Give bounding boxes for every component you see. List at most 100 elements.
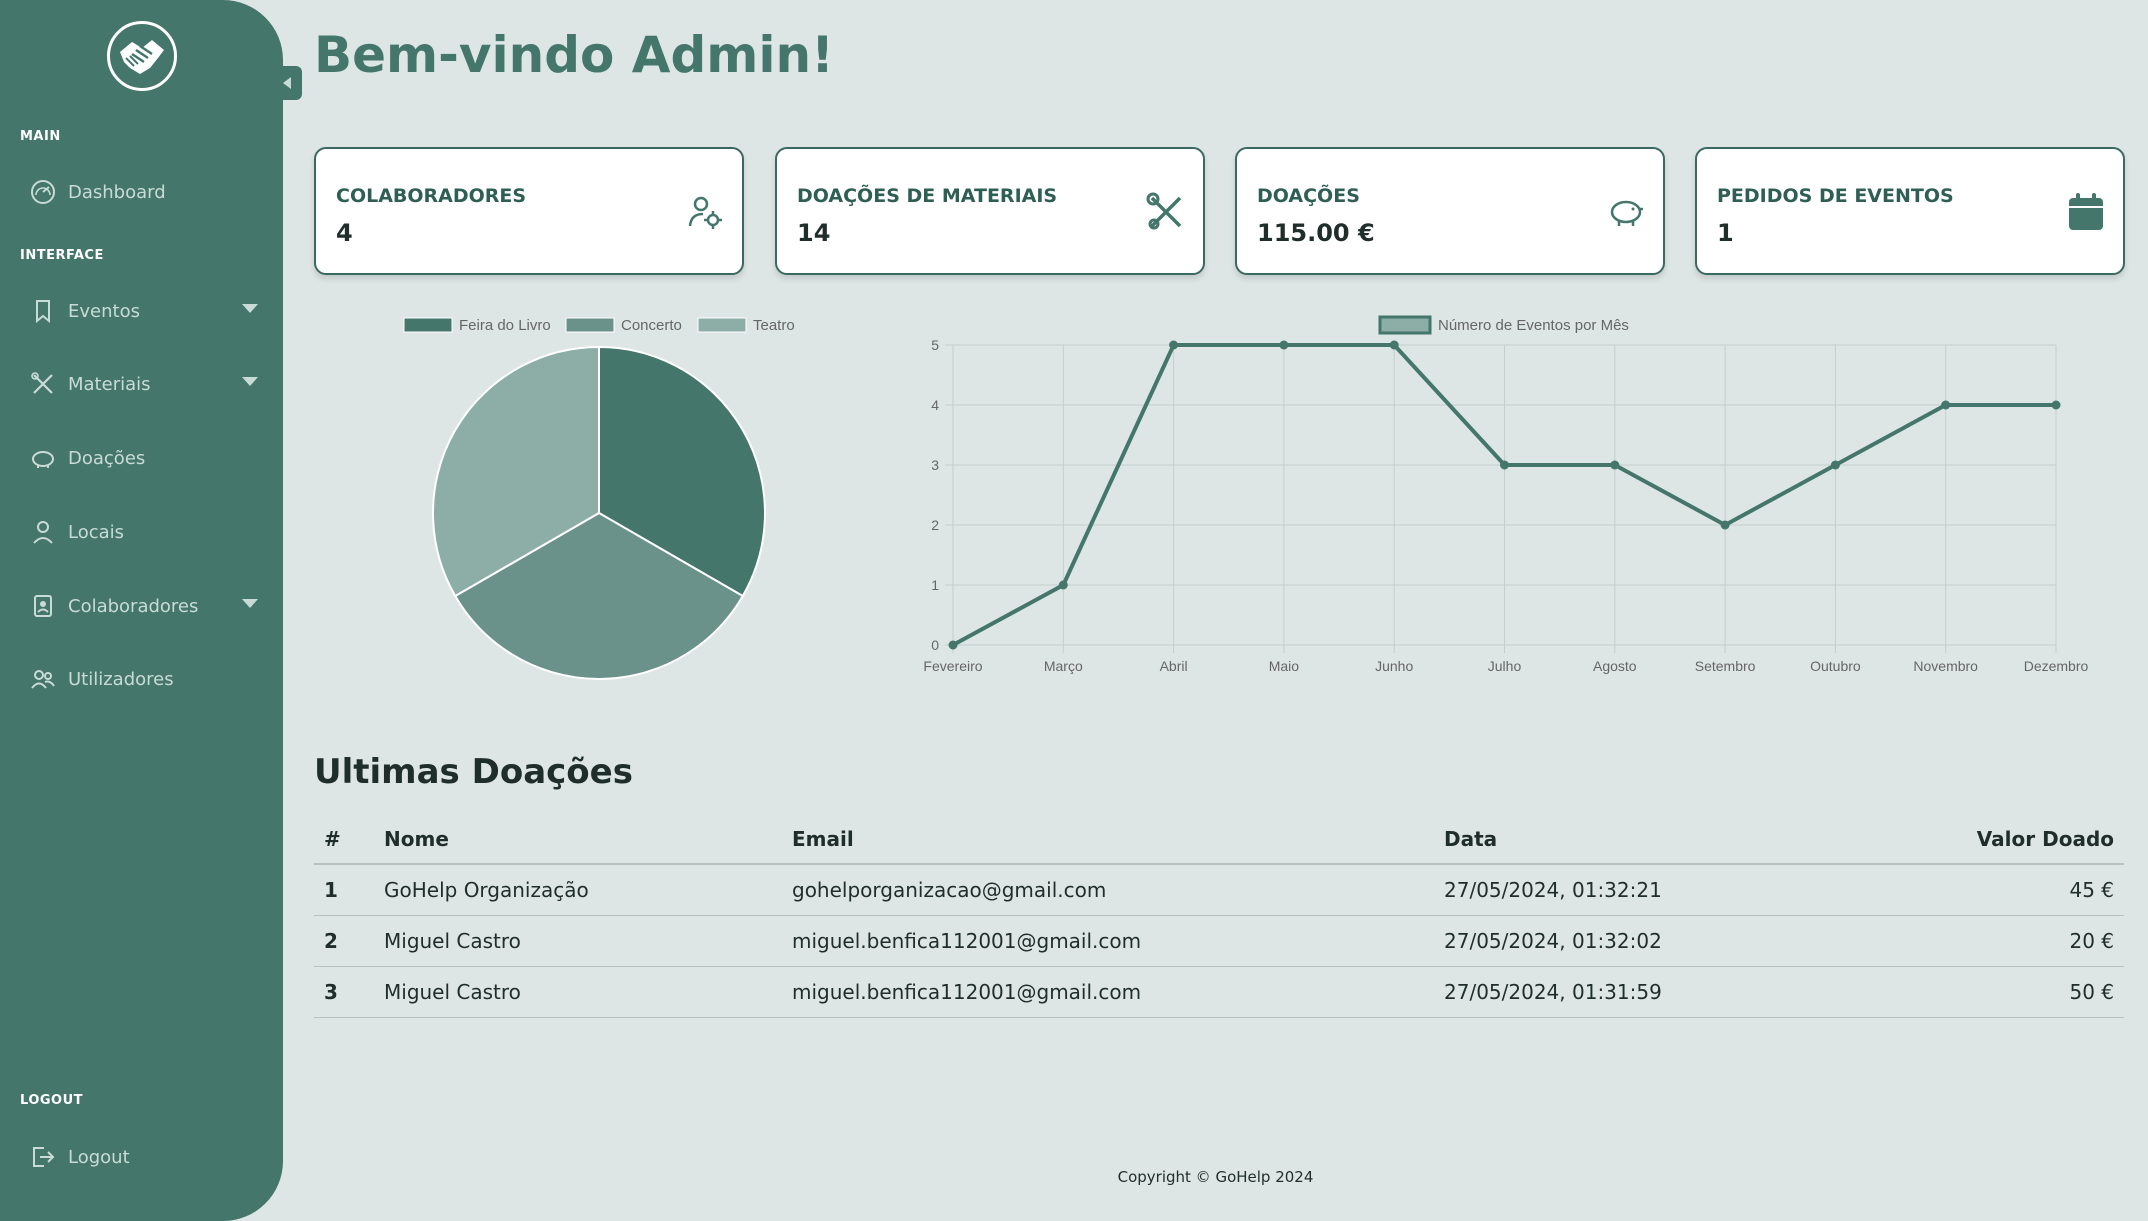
sidebar-item-label: Locais <box>68 521 125 543</box>
sidebar-item-eventos[interactable]: Eventos <box>28 291 258 331</box>
data-point[interactable] <box>1279 340 1289 350</box>
y-tick-label: 2 <box>931 517 939 533</box>
data-point[interactable] <box>1830 460 1840 470</box>
stat-card-doacoes-materiais: DOAÇÕES DE MATERIAIS 14 <box>775 147 1205 275</box>
data-point[interactable] <box>1941 400 1951 410</box>
row-valor: 50 € <box>1834 966 2124 1018</box>
person-pin-icon <box>28 517 58 547</box>
handshake-icon <box>120 40 164 74</box>
y-tick-label: 5 <box>931 337 939 353</box>
section-label-main: MAIN <box>20 129 61 144</box>
tools-icon <box>28 369 58 399</box>
sidebar-item-utilizadores[interactable]: Utilizadores <box>28 659 258 699</box>
pie-legend-item[interactable]: Teatro <box>697 317 795 334</box>
column-header: Data <box>1434 814 1834 865</box>
y-tick-label: 1 <box>931 577 939 593</box>
data-point[interactable] <box>948 640 958 650</box>
sidebar-item-colaboradores[interactable]: Colaboradores <box>28 586 258 626</box>
data-point[interactable] <box>1058 580 1068 590</box>
tools-icon <box>1145 191 1187 233</box>
x-tick-label: Outubro <box>1810 658 1861 674</box>
x-tick-label: Fevereiro <box>923 658 982 674</box>
svg-text:Teatro: Teatro <box>753 317 795 334</box>
table-header-row: # Nome Email Data Valor Doado <box>314 814 2124 865</box>
column-header: Email <box>782 814 1434 865</box>
donations-title: Ultimas Doações <box>314 752 633 792</box>
card-title: DOAÇÕES DE MATERIAIS <box>797 185 1058 207</box>
x-tick-label: Julho <box>1488 658 1522 674</box>
sidebar-item-logout[interactable]: Logout <box>28 1137 258 1177</box>
data-point[interactable] <box>1389 340 1399 350</box>
y-tick-label: 0 <box>931 637 939 653</box>
row-nome: GoHelp Organização <box>374 864 782 916</box>
row-email: gohelporganizacao@gmail.com <box>782 864 1434 916</box>
row-email: miguel.benfica112001@gmail.com <box>782 966 1434 1018</box>
page-title: Bem-vindo Admin! <box>314 26 834 84</box>
footer-copyright: Copyright © GoHelp 2024 <box>1117 1168 1314 1186</box>
sidebar-item-locais[interactable]: Locais <box>28 512 258 552</box>
line-legend-item[interactable]: Número de Eventos por Mês <box>1378 315 1629 335</box>
sidebar-item-label: Logout <box>68 1146 130 1168</box>
sidebar-item-doacoes[interactable]: Doações <box>28 438 258 478</box>
row-data: 27/05/2024, 01:32:21 <box>1434 864 1834 916</box>
donations-table: # Nome Email Data Valor Doado 1 GoHelp O… <box>314 814 2124 1018</box>
data-point[interactable] <box>2051 400 2061 410</box>
section-label-interface: INTERFACE <box>20 248 104 263</box>
logo[interactable] <box>107 21 177 91</box>
data-point[interactable] <box>1169 340 1179 350</box>
svg-text:Concerto: Concerto <box>621 317 682 334</box>
pie-legend-item[interactable]: Feira do Livro <box>403 317 551 334</box>
piggy-bank-icon <box>28 443 58 473</box>
user-gear-icon <box>684 191 726 233</box>
sidebar-item-dashboard[interactable]: Dashboard <box>28 172 258 212</box>
card-title: PEDIDOS DE EVENTOS <box>1717 185 1954 207</box>
x-tick-label: Maio <box>1269 658 1300 674</box>
row-number: 2 <box>314 915 374 967</box>
card-title: DOAÇÕES <box>1257 185 1360 207</box>
row-nome: Miguel Castro <box>374 966 782 1018</box>
x-tick-label: Junho <box>1375 658 1413 674</box>
data-point[interactable] <box>1610 460 1620 470</box>
sidebar-toggle-button[interactable] <box>272 66 302 100</box>
column-header: Nome <box>374 814 782 865</box>
table-row: 1 GoHelp Organização gohelporganizacao@g… <box>314 864 2124 916</box>
svg-text:Feira do Livro: Feira do Livro <box>459 317 551 334</box>
bookmark-icon <box>28 296 58 326</box>
pie-chart: Feira do Livro Concerto Teatro <box>403 317 795 680</box>
badge-icon <box>28 591 58 621</box>
x-tick-label: Agosto <box>1593 658 1637 674</box>
row-email: miguel.benfica112001@gmail.com <box>782 915 1434 967</box>
sidebar-item-label: Dashboard <box>68 181 166 203</box>
sidebar-item-materiais[interactable]: Materiais <box>28 364 258 404</box>
row-valor: 45 € <box>1834 864 2124 916</box>
x-tick-label: Abril <box>1160 658 1188 674</box>
column-header: # <box>314 814 374 865</box>
chevron-down-icon[interactable] <box>242 304 258 313</box>
card-value: 4 <box>336 219 353 247</box>
sidebar-item-label: Colaboradores <box>68 595 199 617</box>
line-chart: Número de Eventos por Mês 0 1 2 3 4 5 Fevereiro… <box>923 315 2088 674</box>
stat-card-pedidos-eventos: PEDIDOS DE EVENTOS 1 <box>1695 147 2125 275</box>
pie-legend-item[interactable]: Concerto <box>565 317 682 334</box>
data-point[interactable] <box>1720 520 1730 530</box>
users-icon <box>28 664 58 694</box>
row-data: 27/05/2024, 01:32:02 <box>1434 915 1834 967</box>
chevron-down-icon[interactable] <box>242 599 258 608</box>
chevron-down-icon[interactable] <box>242 377 258 386</box>
card-value: 14 <box>797 219 831 247</box>
x-tick-label: Setembro <box>1695 658 1756 674</box>
y-tick-label: 4 <box>931 397 939 413</box>
chevron-left-icon <box>283 77 291 89</box>
x-tick-label: Março <box>1044 658 1083 674</box>
row-data: 27/05/2024, 01:31:59 <box>1434 966 1834 1018</box>
card-title: COLABORADORES <box>336 185 527 207</box>
card-value: 115.00 € <box>1257 219 1375 247</box>
sidebar-item-label: Utilizadores <box>68 668 174 690</box>
piggy-bank-icon <box>1605 191 1647 233</box>
row-valor: 20 € <box>1834 915 2124 967</box>
stat-card-colaboradores: COLABORADORES 4 <box>314 147 744 275</box>
row-nome: Miguel Castro <box>374 915 782 967</box>
data-point[interactable] <box>1500 460 1509 470</box>
column-header: Valor Doado <box>1834 814 2124 865</box>
x-tick-label: Novembro <box>1913 658 1978 674</box>
